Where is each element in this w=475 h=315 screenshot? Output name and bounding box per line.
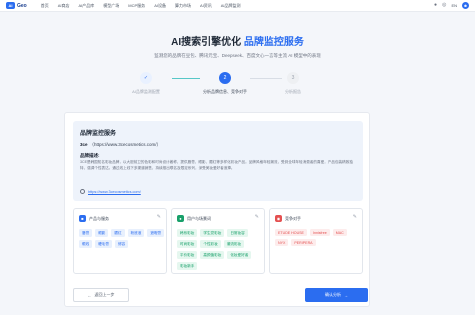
logo[interactable]: AI Geo — [6, 2, 27, 9]
title-accent: 品牌监控服务 — [243, 37, 304, 48]
brand-name: 3ce — [80, 142, 88, 147]
chip[interactable]: 个性彩妆 — [200, 240, 221, 248]
chip[interactable]: 腮红 — [111, 229, 125, 237]
chip[interactable]: 高颜值彩妆 — [200, 251, 225, 259]
products-card-title: 产品与服务 — [89, 215, 109, 221]
chip[interactable]: 时尚彩妆 — [177, 240, 198, 248]
nav-item-home[interactable]: 首页 — [41, 3, 49, 9]
brand-url-inline: （https://www.3cecosmetics.com/） — [89, 142, 162, 147]
confirm-analysis-button[interactable]: 确认分析 → — [305, 288, 368, 302]
nav-item-brand-monitor[interactable]: AI品牌监测 — [221, 3, 241, 9]
page-subtitle: 监测您的品牌在豆包、腾讯元宝、Deepseek、百度文心一言等主流 AI 模型中… — [154, 53, 321, 58]
brand-info-panel: 品牌监控服务 3ce （https://www.3cecosmetics.com/… — [73, 121, 363, 201]
scenes-chips: 韩系彩妆 学生党彩妆 日常妆容 时尚彩妆 个性彩妆 潮流彩妆 平价彩妆 高颜值彩… — [177, 229, 263, 270]
brand-section-title: 品牌监控服务 — [80, 131, 117, 137]
logo-text: Geo — [17, 2, 27, 9]
products-chips: 唇膏 眼影 腮红 粉底液 遮瑕膏 眼线 睫毛膏 修容 — [79, 229, 165, 248]
scenes-card-header: ● 用户与场景词 — [177, 215, 211, 222]
step-2-number: 2 — [219, 72, 231, 84]
brand-name-row: 3ce （https://www.3cecosmetics.com/） — [80, 142, 161, 148]
chip[interactable]: PERIPERA — [291, 239, 316, 246]
chip[interactable]: NYX — [275, 239, 289, 246]
products-card: ■ 产品与服务 ✎ 唇膏 眼影 腮红 粉底液 遮瑕膏 眼线 睫毛膏 修容 — [73, 208, 167, 274]
chip[interactable]: 化妆爱好者 — [227, 251, 252, 259]
nav-right: ● ◎ EN ☻ — [434, 2, 469, 9]
chip[interactable]: 平价彩妆 — [177, 251, 198, 259]
arrow-left-icon: ← — [87, 292, 92, 298]
chip[interactable]: 修容 — [114, 240, 129, 248]
logo-mark: AI — [6, 2, 15, 9]
page-title: AI搜索引擎优化 品牌监控服务 — [0, 33, 475, 48]
competitors-card-header: ◉ 竞争对手 — [275, 215, 301, 222]
users-icon: ● — [177, 215, 184, 222]
main-card: 品牌监控服务 3ce （https://www.3cecosmetics.com/… — [64, 112, 370, 307]
back-button-label: 返回上一步 — [94, 292, 115, 297]
target-icon: ◉ — [275, 215, 282, 222]
products-card-header: ■ 产品与服务 — [79, 215, 109, 222]
brand-website-link[interactable]: https://www.3cecosmetics.com/ — [88, 190, 141, 194]
scenes-card-title: 用户与场景词 — [187, 215, 211, 221]
chip[interactable]: 遮瑕膏 — [147, 229, 165, 237]
chip[interactable]: MAC — [332, 229, 347, 236]
title-main: AI搜索引擎优化 — [171, 37, 244, 48]
confirm-button-label: 确认分析 — [325, 292, 341, 297]
nav-item-mcp[interactable]: MCP服务 — [128, 3, 145, 9]
step-1-check-icon: ✓ — [140, 72, 152, 84]
competitors-chips: ETUDE HOUSE Innisfree MAC NYX PERIPERA — [275, 229, 361, 246]
step-2: 2 分析品牌信息、竞争对手 — [190, 72, 260, 95]
step-3: 3 分析报告 — [258, 72, 328, 95]
step-3-number: 3 — [287, 72, 299, 84]
nav-item-ai-devices[interactable]: AI设备 — [154, 3, 166, 9]
edit-icon[interactable]: ✎ — [255, 215, 259, 220]
chip[interactable]: 韩系彩妆 — [177, 229, 198, 237]
nav-item-ai-news[interactable]: AI资讯 — [200, 3, 212, 9]
chip[interactable]: Innisfree — [309, 229, 330, 236]
step-3-label: 分析报告 — [285, 89, 301, 94]
chip[interactable]: 潮流彩妆 — [223, 240, 245, 248]
avatar[interactable]: ☻ — [462, 2, 469, 9]
brand-link-row: https://www.3cecosmetics.com/ — [80, 189, 141, 194]
chip[interactable]: 唇膏 — [79, 229, 93, 237]
brand-description: 3CE是韩国知名彩妆品牌，以大胆前卫的色彩和时尚设计著称，提供唇膏、眼影、腮红等… — [80, 160, 353, 170]
step-1-label: AI品牌监测配置 — [132, 89, 160, 94]
language-switch[interactable]: EN — [451, 3, 457, 8]
globe-lang-icon[interactable]: ◎ — [442, 3, 446, 8]
step-2-label: 分析品牌信息、竞争对手 — [203, 89, 247, 94]
nav-item-ai-store[interactable]: AI商店 — [58, 3, 70, 9]
top-navbar: AI Geo 首页 AI商店 AI产品库 模型广场 MCP服务 AI设备 算力市… — [0, 0, 475, 12]
chip[interactable]: 学生党彩妆 — [200, 229, 225, 237]
nav-menu: 首页 AI商店 AI产品库 模型广场 MCP服务 AI设备 算力市场 AI资讯 … — [41, 3, 241, 9]
back-button[interactable]: ← 返回上一步 — [73, 288, 129, 302]
edit-icon[interactable]: ✎ — [353, 215, 357, 220]
stepper: ✓ AI品牌监测配置 2 分析品牌信息、竞争对手 3 分析报告 — [0, 72, 475, 102]
step-1: ✓ AI品牌监测配置 — [111, 72, 181, 95]
competitors-card: ◉ 竞争对手 ✎ ETUDE HOUSE Innisfree MAC NYX P… — [269, 208, 363, 274]
nav-item-model-square[interactable]: 模型广场 — [103, 3, 119, 9]
box-icon: ■ — [79, 215, 86, 222]
chip[interactable]: 眼影 — [95, 229, 109, 237]
nav-item-ai-products[interactable]: AI产品库 — [79, 3, 95, 9]
chip[interactable]: ETUDE HOUSE — [275, 229, 307, 236]
nav-item-compute-market[interactable]: 算力市场 — [175, 3, 191, 9]
chip[interactable]: 彩妆新手 — [177, 262, 198, 270]
chip[interactable]: 粉底液 — [127, 229, 145, 237]
bell-icon[interactable]: ● — [434, 3, 437, 8]
globe-icon — [80, 189, 85, 194]
chip[interactable]: 眼线 — [79, 240, 93, 248]
arrow-right-icon: → — [344, 292, 348, 298]
edit-icon[interactable]: ✎ — [157, 215, 161, 220]
chip[interactable]: 日常妆容 — [227, 229, 248, 237]
competitors-card-title: 竞争对手 — [285, 215, 301, 221]
brand-desc-label: 品牌描述: — [80, 153, 100, 158]
scenes-card: ● 用户与场景词 ✎ 韩系彩妆 学生党彩妆 日常妆容 时尚彩妆 个性彩妆 潮流彩… — [171, 208, 265, 274]
chip[interactable]: 睫毛膏 — [95, 240, 112, 248]
